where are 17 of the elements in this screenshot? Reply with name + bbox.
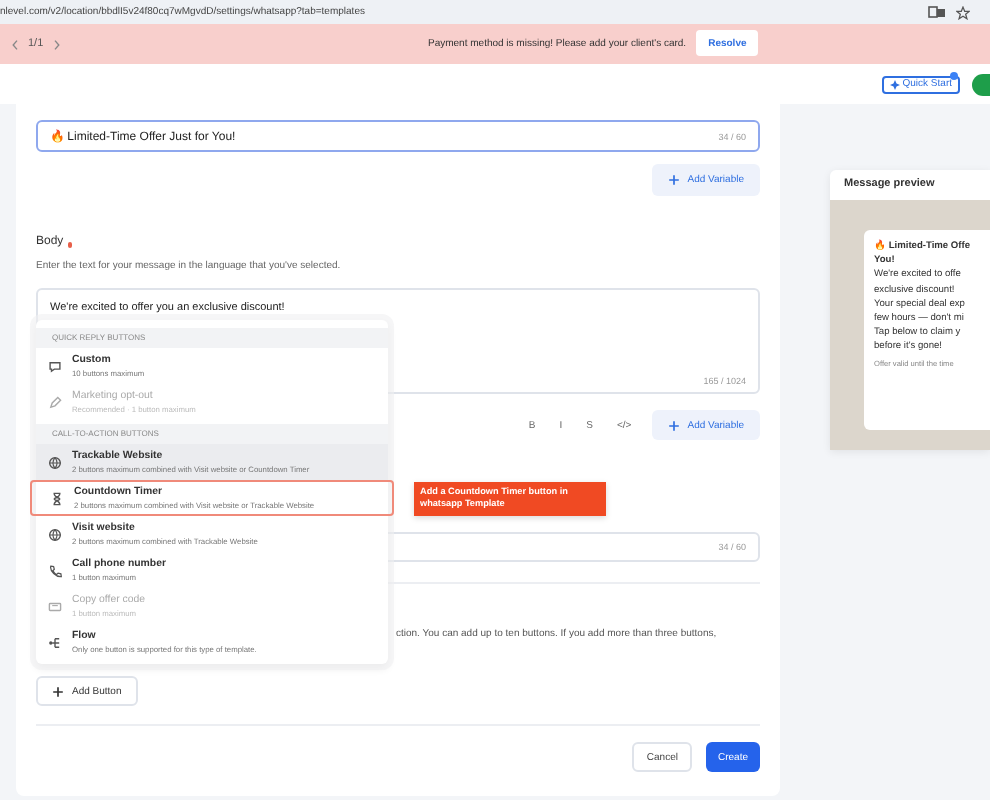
- compass-icon: [890, 79, 901, 89]
- globe-icon: [48, 455, 62, 469]
- plus-icon: [667, 419, 680, 431]
- notification-dot: [950, 72, 958, 80]
- pencil-icon: [48, 395, 62, 409]
- plus-icon: [52, 685, 64, 697]
- star-icon[interactable]: [956, 5, 970, 19]
- globe-icon: [48, 527, 62, 541]
- previous-icon[interactable]: [12, 39, 18, 49]
- flow-icon: [48, 635, 62, 649]
- phone-icon: [48, 563, 62, 577]
- avatar[interactable]: [972, 73, 990, 95]
- chat-icon: [48, 359, 62, 373]
- plus-icon: [667, 174, 680, 186]
- next-icon[interactable]: [53, 39, 60, 49]
- hourglass-icon: [50, 491, 64, 505]
- ticket-icon: [48, 599, 62, 613]
